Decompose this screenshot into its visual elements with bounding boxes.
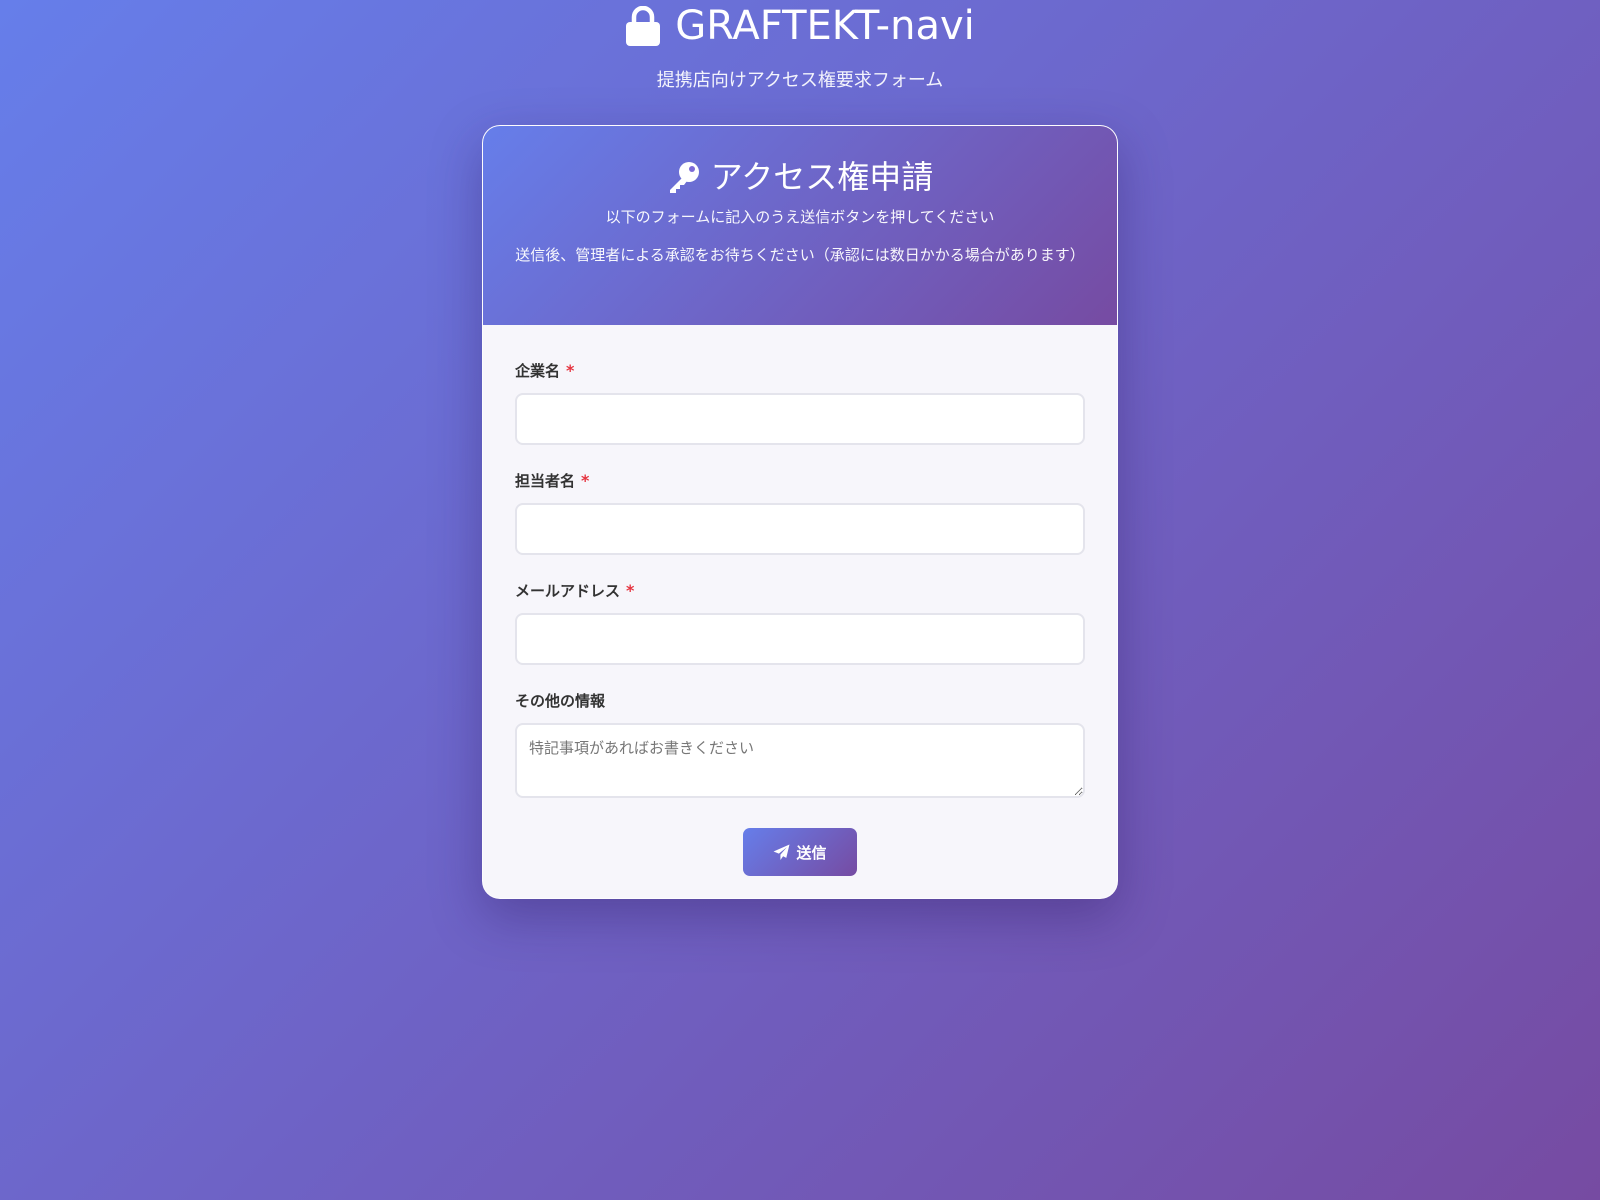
email-label-text: メールアドレス [515, 582, 621, 600]
card-note: 送信後、管理者による承認をお待ちください（承認には数日かかる場合があります） [515, 246, 1085, 264]
company-field-group: 企業名 * [515, 361, 1085, 445]
company-label: 企業名 * [515, 361, 1085, 381]
contact-field-group: 担当者名 * [515, 471, 1085, 555]
other-info-field-group: その他の情報 [515, 691, 1085, 798]
other-info-label-text: その他の情報 [515, 692, 606, 710]
card-description: 以下のフォームに記入のうえ送信ボタンを押してください [605, 208, 995, 226]
paper-plane-icon [774, 844, 790, 860]
lock-icon [626, 6, 661, 46]
contact-name-input[interactable] [515, 503, 1085, 555]
key-icon [669, 162, 699, 193]
company-input[interactable] [515, 393, 1085, 445]
access-request-form: 企業名 * 担当者名 * メールアドレス * その他の情報 特記事項があればお書… [483, 325, 1117, 876]
site-subtitle: 提携店向けアクセス権要求フォーム [656, 70, 944, 91]
email-field-group: メールアドレス * [515, 581, 1085, 665]
submit-wrap: 送信 [515, 828, 1085, 876]
contact-label: 担当者名 * [515, 471, 1085, 491]
site-title-text: GRAFTEKT-navi [675, 3, 975, 49]
email-label: メールアドレス * [515, 581, 1085, 601]
access-request-card: アクセス権申請 以下のフォームに記入のうえ送信ボタンを押してください 送信後、管… [482, 125, 1118, 899]
card-title: アクセス権申請 [511, 156, 1089, 198]
card-title-text: アクセス権申請 [710, 158, 934, 196]
email-input[interactable] [515, 613, 1085, 665]
site-title: GRAFTEKT-navi [0, 0, 1600, 52]
other-info-textarea[interactable] [515, 723, 1085, 798]
card-header: アクセス権申請 以下のフォームに記入のうえ送信ボタンを押してください 送信後、管… [483, 126, 1117, 325]
contact-label-text: 担当者名 [515, 472, 576, 490]
submit-button-label: 送信 [796, 843, 827, 862]
other-info-label: その他の情報 [515, 691, 1085, 711]
required-mark: * [566, 361, 575, 380]
required-mark: * [581, 471, 590, 490]
site-header: GRAFTEKT-navi 提携店向けアクセス権要求フォーム [0, 0, 1600, 92]
submit-button[interactable]: 送信 [743, 828, 857, 876]
company-label-text: 企業名 [515, 362, 561, 380]
required-mark: * [626, 581, 635, 600]
